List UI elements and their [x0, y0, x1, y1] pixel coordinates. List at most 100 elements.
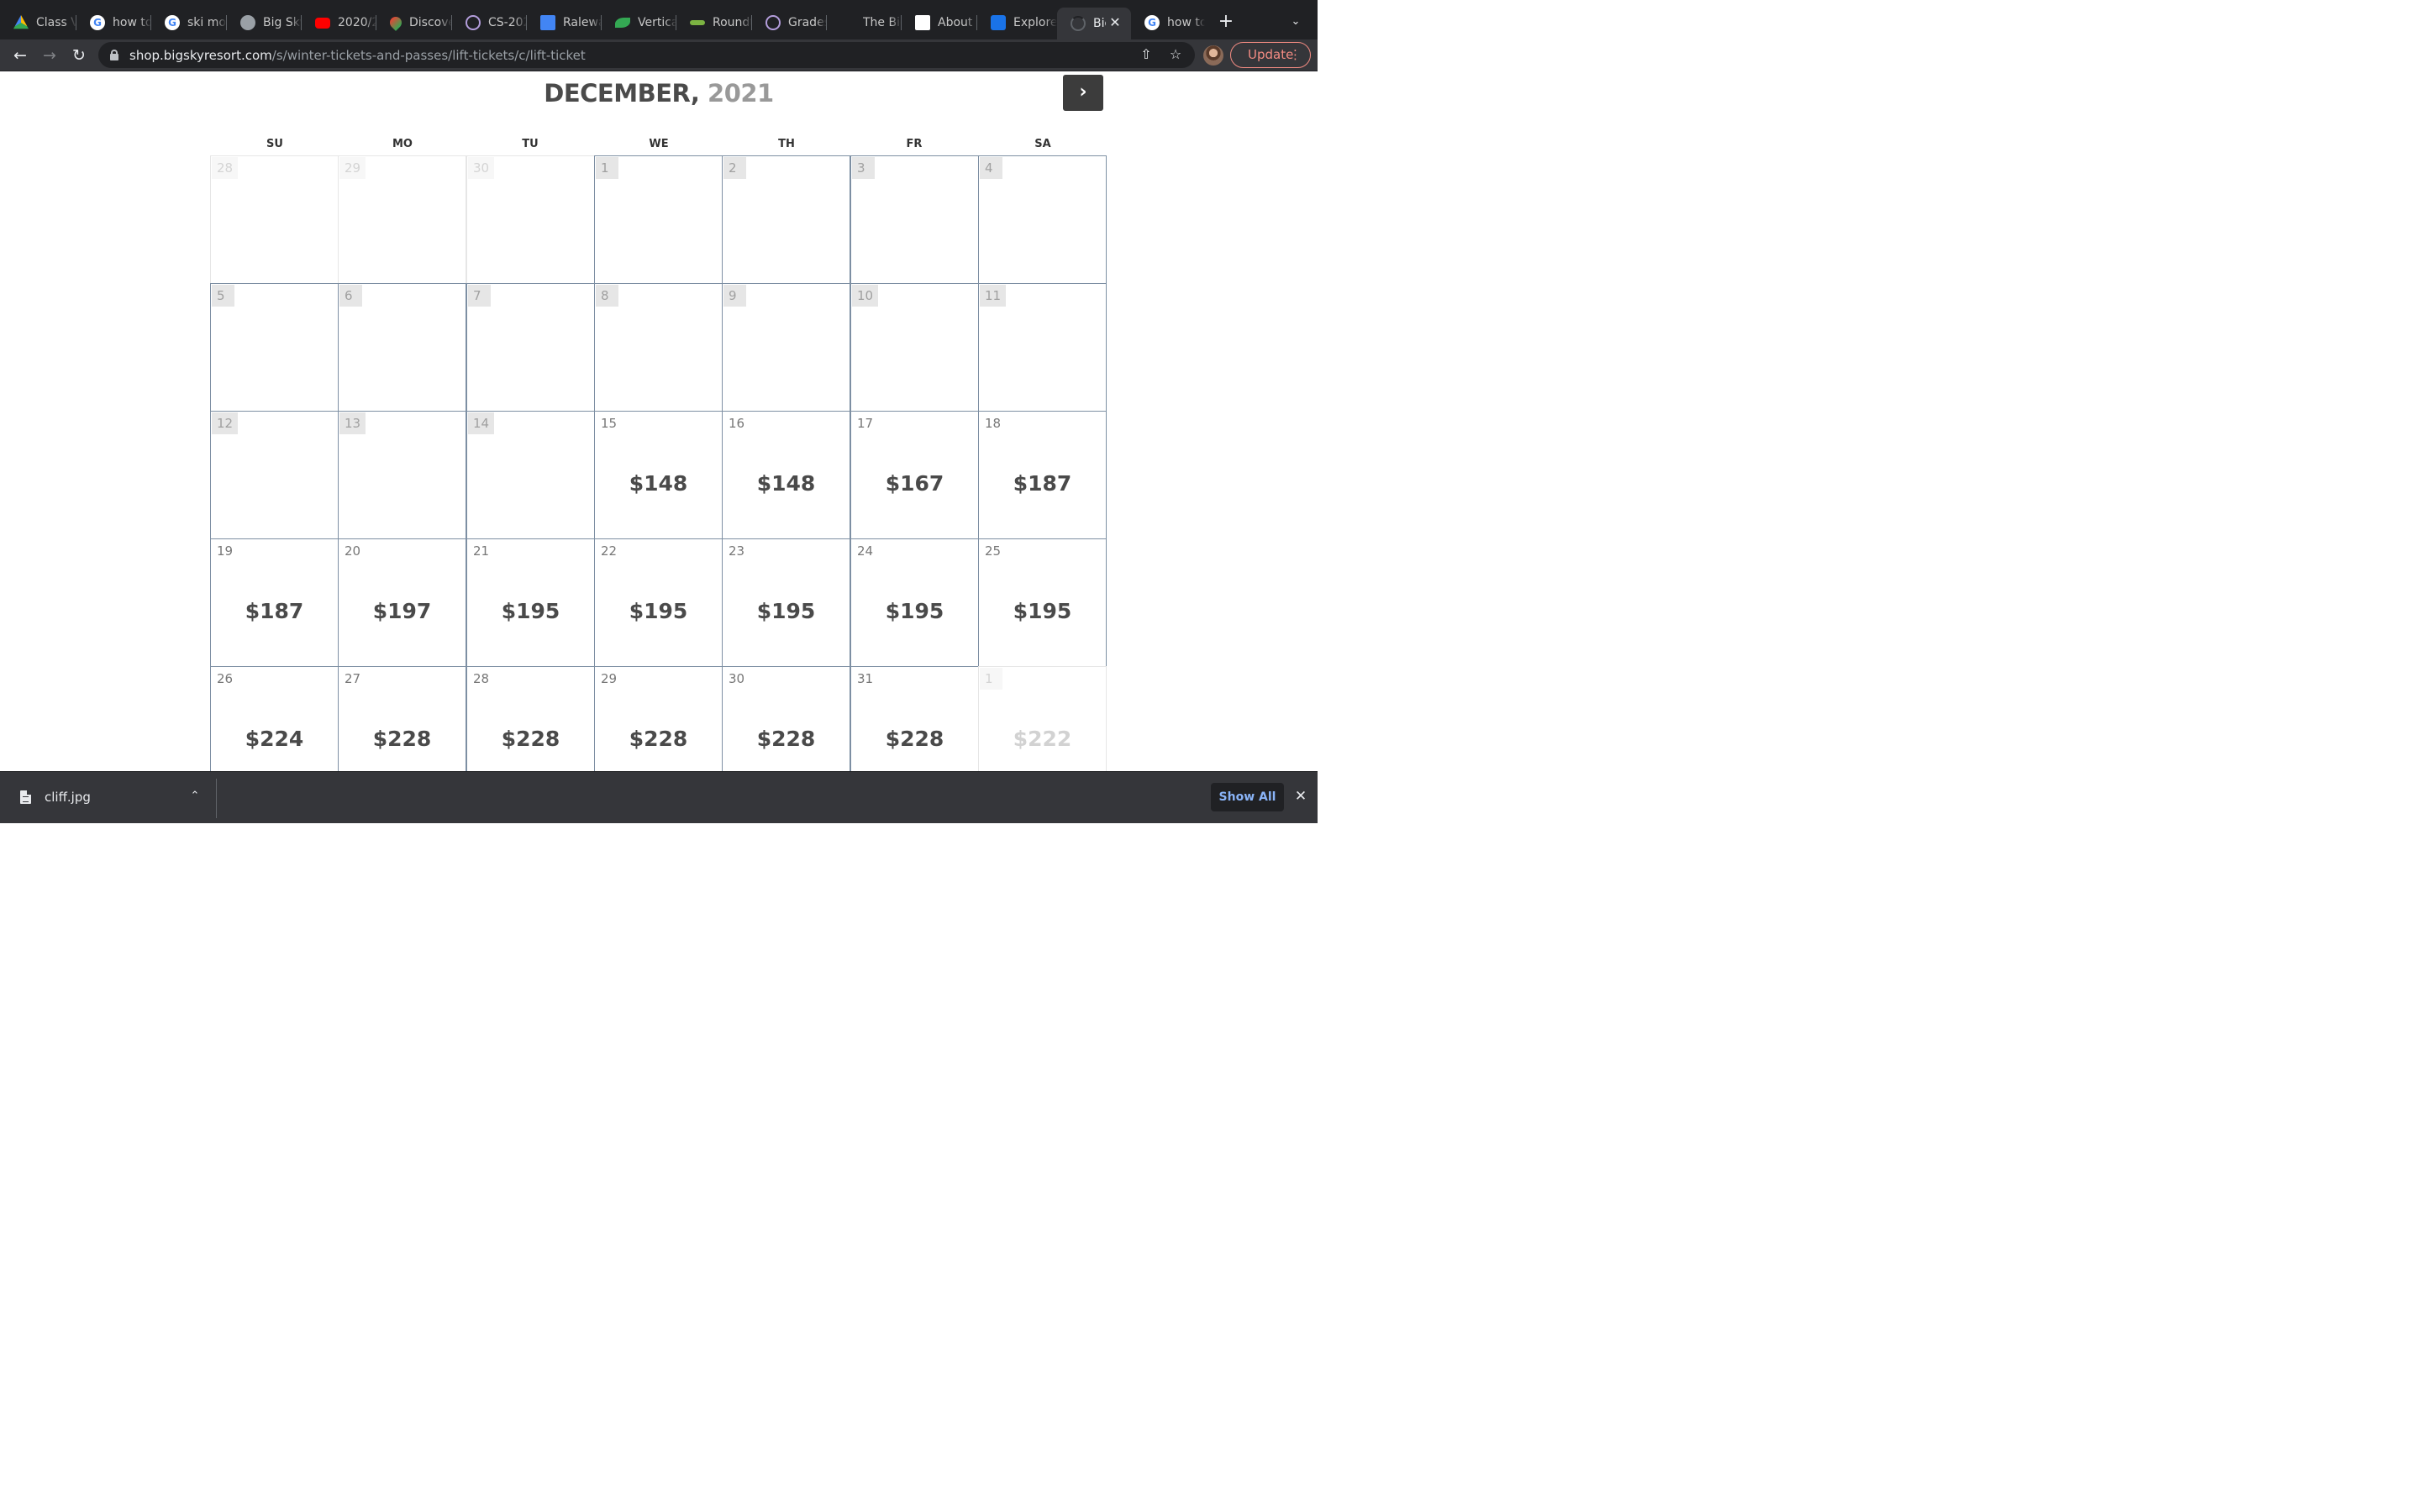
tab-title: how to [113, 16, 151, 29]
day-number: 5 [212, 285, 234, 307]
drive-icon [13, 15, 29, 29]
share-icon[interactable]: ⇧ [1137, 45, 1155, 64]
back-button[interactable]: ← [9, 45, 31, 66]
forward-button[interactable]: → [39, 45, 60, 66]
calendar-day-cell[interactable]: 25 $195 [978, 538, 1107, 667]
browser-tab[interactable]: Ghow to [1131, 8, 1205, 38]
day-number: 29 [601, 671, 618, 686]
calendar-day-cell[interactable]: 16 $148 [722, 411, 850, 539]
calendar-day-cell[interactable]: 29 $228 [594, 666, 723, 771]
tab-title: Discove [409, 16, 452, 29]
calendar-day-cell[interactable]: 20 $197 [338, 538, 466, 667]
calendar-day-cell[interactable]: 31 $228 [850, 666, 979, 771]
calendar-day-cell: 9 [722, 283, 850, 412]
calendar-day-cell: 29 [338, 155, 466, 284]
calendar-day-cell[interactable]: 30 $228 [722, 666, 850, 771]
day-number: 28 [212, 157, 239, 179]
browser-tab[interactable]: Roundt [676, 8, 752, 38]
browser-tab[interactable]: Big✕ [1057, 8, 1131, 39]
browser-tab[interactable]: About E [902, 8, 977, 38]
weekday-label: SU [266, 138, 283, 150]
profile-avatar[interactable] [1203, 45, 1223, 66]
tab-search-chevron-icon[interactable]: ⌄ [1287, 13, 1304, 30]
calendar-day-cell: 14 [466, 411, 595, 539]
tab-title: how to [1167, 16, 1205, 29]
day-price: $228 [885, 727, 944, 751]
day-number: 19 [217, 543, 234, 559]
calendar-day-cell[interactable]: 21 $195 [466, 538, 595, 667]
url-text[interactable]: shop.bigskyresort.com/s/winter-tickets-a… [129, 48, 586, 63]
browser-tab[interactable]: Big Sky [227, 8, 302, 38]
day-number: 7 [468, 285, 491, 307]
day-number: 6 [339, 285, 362, 307]
calendar-month-title: DECEMBER, 2021 [0, 79, 1318, 108]
tab-title: CS-202 [488, 16, 527, 29]
day-number: 4 [980, 157, 1002, 179]
day-price: $222 [1013, 727, 1072, 751]
day-number: 1 [596, 157, 618, 179]
day-number: 11 [980, 285, 1007, 307]
browser-tab[interactable]: Ghow to [76, 8, 151, 38]
calendar-day-cell[interactable]: 17 $167 [850, 411, 979, 539]
calendar-day-cell: 10 [850, 283, 979, 412]
globe-icon [240, 15, 255, 30]
day-number: 8 [596, 285, 618, 307]
update-button[interactable]: Update ⋮ [1230, 42, 1311, 68]
close-tab-icon[interactable]: ✕ [1107, 15, 1123, 30]
url-domain: shop.bigskyresort.com [129, 48, 272, 63]
close-shelf-icon[interactable]: ✕ [1292, 788, 1309, 805]
calendar-day-cell[interactable]: 26 $224 [210, 666, 339, 771]
weekday-label: MO [392, 138, 413, 150]
arrow-right-icon: → [43, 46, 56, 65]
browser-tab[interactable]: Class V [0, 8, 76, 38]
calendar-day-cell: 7 [466, 283, 595, 412]
day-number: 2 [723, 157, 746, 179]
file-icon [20, 790, 31, 804]
reload-icon: ↻ [72, 46, 86, 65]
day-number: 20 [345, 543, 361, 559]
day-number: 26 [217, 671, 234, 686]
day-number: 1 [980, 668, 1002, 690]
browser-tab[interactable]: CS-202 [452, 8, 527, 38]
reload-button[interactable]: ↻ [68, 45, 90, 66]
tab-title: Vertical [638, 16, 676, 29]
day-number: 31 [857, 671, 874, 686]
browser-tab[interactable]: Ralewa [527, 8, 602, 38]
maps-pin-icon [387, 14, 404, 31]
calendar-day-cell[interactable]: 19 $187 [210, 538, 339, 667]
calendar-day-cell[interactable]: 22 $195 [594, 538, 723, 667]
download-shelf: cliff.jpg ⌃ Show All ✕ [0, 771, 1318, 823]
browser-tab[interactable]: Explore [977, 8, 1057, 38]
google-icon: G [1144, 15, 1160, 30]
day-number: 17 [857, 416, 874, 431]
next-month-button[interactable]: › [1063, 75, 1103, 111]
show-all-downloads-button[interactable]: Show All [1211, 783, 1284, 811]
browser-tab[interactable]: The Big [827, 8, 902, 38]
browser-tab[interactable]: Discove [376, 8, 452, 38]
more-menu-icon: ⋮ [1289, 47, 1302, 62]
course-icon [466, 15, 481, 30]
day-number: 23 [729, 543, 745, 559]
bookmark-star-icon[interactable]: ☆ [1166, 45, 1185, 64]
tab-strip: + ⌄ Class VGhow toGski morBig Sky2020/2D… [0, 0, 1318, 39]
browser-tab[interactable]: Gski mor [151, 8, 227, 38]
calendar-day-cell: 28 [210, 155, 339, 284]
calendar-day-cell: 13 [338, 411, 466, 539]
browser-tab[interactable]: Grades [752, 8, 827, 38]
calendar-day-cell[interactable]: 24 $195 [850, 538, 979, 667]
calendar-day-cell[interactable]: 15 $148 [594, 411, 723, 539]
calendar-day-cell: 1 [594, 155, 723, 284]
address-bar[interactable]: shop.bigskyresort.com/s/winter-tickets-a… [98, 42, 1195, 68]
calendar-day-cell[interactable]: 28 $228 [466, 666, 595, 771]
calendar-day-cell[interactable]: 23 $195 [722, 538, 850, 667]
new-tab-button[interactable]: + [1216, 12, 1236, 32]
calendar-day-cell[interactable]: 27 $228 [338, 666, 466, 771]
chevron-up-icon[interactable]: ⌃ [187, 788, 203, 805]
tab-title: Big Sky [263, 16, 302, 29]
browser-tab[interactable]: Vertical [602, 8, 676, 38]
day-price: $167 [885, 471, 944, 496]
browser-tab[interactable]: 2020/2 [302, 8, 376, 38]
day-number: 10 [852, 285, 879, 307]
calendar-day-cell[interactable]: 18 $187 [978, 411, 1107, 539]
google-icon: G [90, 15, 105, 30]
